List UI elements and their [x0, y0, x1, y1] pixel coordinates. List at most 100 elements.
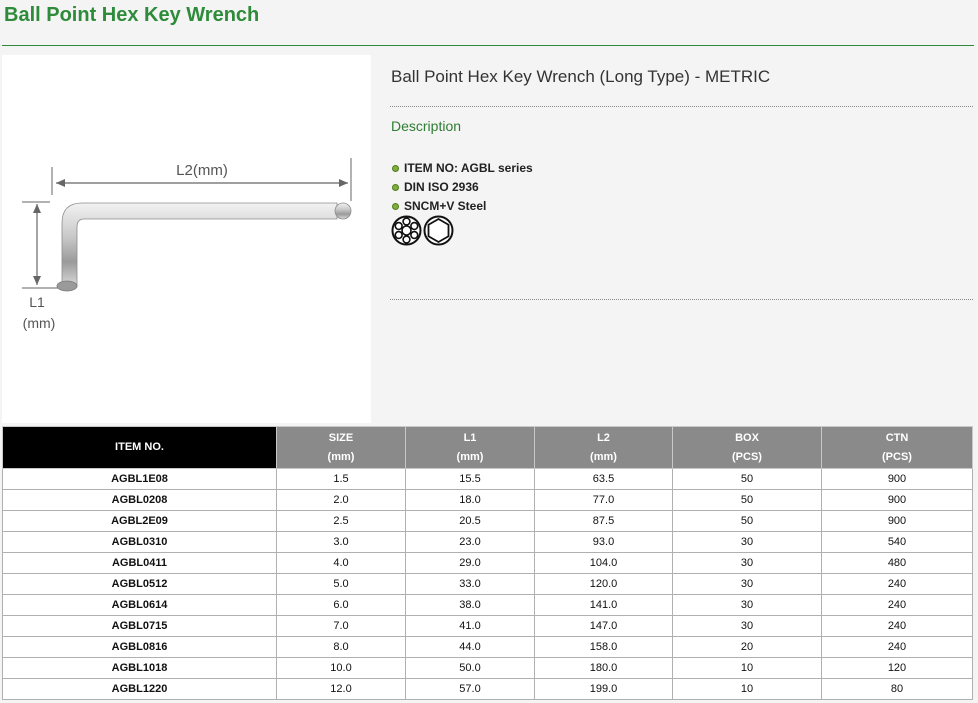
feature-list: ITEM NO: AGBL series DIN ISO 2936 SNCM+V…: [392, 159, 533, 216]
l1-cell: 15.5: [405, 468, 535, 490]
box-cell: 10: [672, 657, 822, 679]
table-row: AGBL1018 10.0 50.0 180.0 10 120: [2, 657, 973, 679]
hex-key-diagram: L2(mm) L1 (mm): [22, 158, 352, 331]
l2-cell: 180.0: [534, 657, 673, 679]
bullet-icon: [392, 184, 399, 191]
box-cell: 30: [672, 531, 822, 553]
l2-cell: 63.5: [534, 468, 673, 490]
l1-cell: 50.0: [405, 657, 535, 679]
table-row: AGBL0715 7.0 41.0 147.0 30 240: [2, 615, 973, 637]
box-cell: 30: [672, 573, 822, 595]
box-cell: 10: [672, 678, 822, 700]
table-row: AGBL0411 4.0 29.0 104.0 30 480: [2, 552, 973, 574]
ctn-cell: 900: [821, 489, 973, 511]
ctn-cell: 480: [821, 552, 973, 574]
item-no-cell: AGBL1E08: [2, 468, 277, 490]
ctn-cell: 900: [821, 510, 973, 532]
l2-cell: 87.5: [534, 510, 673, 532]
size-cell: 10.0: [276, 657, 406, 679]
size-cell: 3.0: [276, 531, 406, 553]
ctn-cell: 80: [821, 678, 973, 700]
product-image: L2(mm) L1 (mm): [2, 55, 371, 423]
size-cell: 7.0: [276, 615, 406, 637]
table-row: AGBL0816 8.0 44.0 158.0 20 240: [2, 636, 973, 658]
table-row: AGBL0614 6.0 38.0 141.0 30 240: [2, 594, 973, 616]
item-no-cell: AGBL2E09: [2, 510, 277, 532]
size-cell: 2.0: [276, 489, 406, 511]
item-no-cell: AGBL0208: [2, 489, 277, 511]
l2-cell: 199.0: [534, 678, 673, 700]
size-cell: 5.0: [276, 573, 406, 595]
ctn-cell: 120: [821, 657, 973, 679]
size-cell: 12.0: [276, 678, 406, 700]
torx-socket-icon: [391, 215, 422, 246]
ctn-cell: 240: [821, 573, 973, 595]
item-no-cell: AGBL1220: [2, 678, 277, 700]
product-info: Ball Point Hex Key Wrench (Long Type) - …: [390, 55, 975, 425]
l1-cell: 23.0: [405, 531, 535, 553]
box-cell: 30: [672, 615, 822, 637]
l1-cell: 38.0: [405, 594, 535, 616]
box-cell: 30: [672, 594, 822, 616]
ctn-cell: 240: [821, 636, 973, 658]
item-no-cell: AGBL1018: [2, 657, 277, 679]
item-no-cell: AGBL0310: [2, 531, 277, 553]
feature-text: ITEM NO: AGBL series: [404, 161, 533, 175]
header-size: SIZE (mm): [276, 426, 406, 469]
product-subtitle: Ball Point Hex Key Wrench (Long Type) - …: [391, 67, 771, 86]
l1-cell: 57.0: [405, 678, 535, 700]
size-cell: 4.0: [276, 552, 406, 574]
table-row: AGBL0512 5.0 33.0 120.0 30 240: [2, 573, 973, 595]
box-cell: 50: [672, 468, 822, 490]
l1-cell: 18.0: [405, 489, 535, 511]
item-no-cell: AGBL0512: [2, 573, 277, 595]
l2-cell: 141.0: [534, 594, 673, 616]
size-cell: 1.5: [276, 468, 406, 490]
box-cell: 50: [672, 489, 822, 511]
size-cell: 8.0: [276, 636, 406, 658]
size-cell: 2.5: [276, 510, 406, 532]
table-row: AGBL1E08 1.5 15.5 63.5 50 900: [2, 468, 973, 490]
l2-cell: 104.0: [534, 552, 673, 574]
table-row: AGBL0208 2.0 18.0 77.0 50 900: [2, 489, 973, 511]
ctn-cell: 240: [821, 615, 973, 637]
feature-text: DIN ISO 2936: [404, 180, 479, 194]
table-row: AGBL2E09 2.5 20.5 87.5 50 900: [2, 510, 973, 532]
box-cell: 20: [672, 636, 822, 658]
box-cell: 30: [672, 552, 822, 574]
ctn-cell: 540: [821, 531, 973, 553]
ctn-cell: 900: [821, 468, 973, 490]
l1-cell: 29.0: [405, 552, 535, 574]
header-item-no: ITEM NO.: [2, 426, 277, 469]
box-cell: 50: [672, 510, 822, 532]
feature-item: SNCM+V Steel: [392, 197, 533, 216]
feature-item: DIN ISO 2936: [392, 178, 533, 197]
socket-type-icons: [391, 215, 454, 246]
l1-label: L1: [29, 294, 45, 310]
hexagon-socket-icon: [423, 215, 454, 246]
header-box: BOX (PCS): [672, 426, 822, 469]
ctn-cell: 240: [821, 594, 973, 616]
header-ctn: CTN (PCS): [821, 426, 973, 469]
header-l1: L1 (mm): [405, 426, 535, 469]
header-l2: L2 (mm): [534, 426, 673, 469]
spec-table: ITEM NO. SIZE (mm) L1 (mm) L2 (mm) BOX (PCS)…: [2, 426, 973, 700]
l1-cell: 20.5: [405, 510, 535, 532]
divider-bottom: [390, 299, 973, 300]
size-cell: 6.0: [276, 594, 406, 616]
l1-cell: 44.0: [405, 636, 535, 658]
item-no-cell: AGBL0816: [2, 636, 277, 658]
item-no-cell: AGBL0614: [2, 594, 277, 616]
table-row: AGBL1220 12.0 57.0 199.0 10 80: [2, 678, 973, 700]
title-divider: [2, 45, 974, 46]
description-heading: Description: [391, 118, 462, 134]
l2-cell: 158.0: [534, 636, 673, 658]
table-header-row: ITEM NO. SIZE (mm) L1 (mm) L2 (mm) BOX (PCS)…: [2, 426, 973, 469]
l2-cell: 147.0: [534, 615, 673, 637]
l1-unit: (mm): [23, 315, 56, 331]
table-row: AGBL0310 3.0 23.0 93.0 30 540: [2, 531, 973, 553]
l1-cell: 41.0: [405, 615, 535, 637]
l1-cell: 33.0: [405, 573, 535, 595]
l2-cell: 93.0: [534, 531, 673, 553]
feature-text: SNCM+V Steel: [404, 199, 487, 213]
